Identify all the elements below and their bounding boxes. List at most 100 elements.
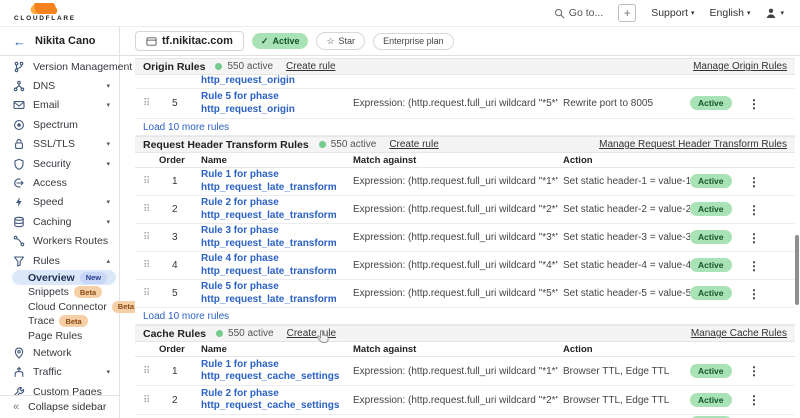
create-rule-link[interactable]: Create rule [389,139,438,150]
plus-icon: + [624,7,631,19]
star-button[interactable]: ☆ Star [316,32,365,50]
zone-name-box[interactable]: tf.nikitac.com [135,31,244,51]
manage-cache-rules-link[interactable]: Manage Cache Rules [691,328,787,339]
status-badge: Active [690,230,732,244]
zone-status-badge: ✓ Active [252,33,309,49]
sidebar-item-email[interactable]: Email ▾ [0,96,119,115]
load-more-rules-link[interactable]: Load 10 more rules [135,308,795,325]
table-row: ⠿ 3 Rule 3 for phasehttp_request_late_tr… [135,224,795,252]
sidebar-item-traffic[interactable]: Traffic ▾ [0,363,119,382]
sidebar-item-security[interactable]: Security ▾ [0,154,119,173]
sidebar-item-speed[interactable]: Speed ▾ [0,193,119,212]
green-dot-icon [319,141,326,148]
load-more-rules-link[interactable]: Load 10 more rules [135,119,795,136]
rule-name-link[interactable]: Rule 3 for phasehttp_request_late_transf… [201,225,353,250]
rule-name-link[interactable]: Rule 2 for phasehttp_request_late_transf… [201,197,353,222]
drag-handle-icon[interactable]: ⠿ [143,260,157,271]
rule-action: Set static header-4 = value-4 [558,260,690,271]
chevron-down-icon: ▾ [106,101,110,109]
drag-handle-icon[interactable]: ⠿ [143,232,157,243]
sidebar-item-label: Rules [33,255,98,267]
rule-name-link[interactable]: Rule 1 for phasehttp_request_late_transf… [201,169,353,194]
database-icon [12,216,25,228]
user-menu[interactable]: ▾ [765,7,784,19]
kebab-menu-icon[interactable]: ⋮ [742,203,766,217]
sidebar-item-network[interactable]: Network [0,343,119,362]
kebab-menu-icon[interactable]: ⋮ [742,259,766,273]
create-rule-link[interactable]: Create rule [286,61,335,72]
drag-handle-icon[interactable]: ⠿ [143,288,157,299]
green-dot-icon [216,330,223,337]
active-count: 550 active [228,328,274,339]
table-row: ⠿ 5 Rule 5 for phasehttp_request_origin … [135,89,795,119]
plan-label: Enterprise plan [383,36,444,46]
chevron-down-icon: ▾ [780,9,784,17]
sidebar-item-label: SSL/TLS [33,138,98,150]
chevron-down-icon: ▾ [106,82,110,90]
sidebar-item-version-management[interactable]: Version Management [0,57,119,76]
rule-match: Expression: (http.request.full_uri wildc… [353,232,558,243]
drag-handle-icon[interactable]: ⠿ [143,176,157,187]
table-row-partial: http_request_origin [135,75,795,89]
rule-name-link[interactable]: Rule 5 for phasehttp_request_origin [201,91,353,116]
goto-search[interactable]: Go to... [554,7,603,19]
manage-origin-rules-link[interactable]: Manage Origin Rules [693,61,787,72]
rule-order: 5 [157,288,201,299]
sidebar-item-access[interactable]: Access [0,173,119,192]
language-menu[interactable]: English ▾ [710,7,751,19]
sidebar-item-trace[interactable]: Trace Beta [0,314,119,329]
sidebar-subitem-label: Page Rules [28,330,82,342]
sidebar-item-label: Caching [33,216,98,228]
rule-name-link[interactable]: Rule 1 for phasehttp_request_cache_setti… [201,359,353,384]
cloudflare-logo[interactable]: CLOUDFLARE [14,3,76,23]
kebab-menu-icon[interactable]: ⋮ [742,364,766,378]
sidebar-item-cloud-connector[interactable]: Cloud Connector Beta [0,299,119,314]
sidebar-subitem-label: Snippets [28,286,69,298]
sidebar-item-workers-routes[interactable]: Workers Routes [0,232,119,251]
origin-rules-section-header: Origin Rules 550 active Create rule Mana… [135,58,795,75]
drag-handle-icon[interactable]: ⠿ [143,204,157,215]
rule-name-link[interactable]: Rule 2 for phasehttp_request_cache_setti… [201,388,353,413]
support-label: Support [651,7,688,19]
sidebar-item-overview[interactable]: Overview New [12,270,116,285]
drag-handle-icon[interactable]: ⠿ [143,366,157,377]
sidebar-item-ssl-tls[interactable]: SSL/TLS ▾ [0,135,119,154]
vertical-scrollbar-thumb[interactable] [795,235,799,305]
sidebar-item-spectrum[interactable]: Spectrum [0,115,119,134]
column-action: Action [558,155,690,166]
collapse-sidebar-button[interactable]: « Collapse sidebar [0,395,119,418]
add-site-button[interactable]: + [618,4,636,22]
drag-handle-icon[interactable]: ⠿ [143,98,157,109]
column-order: Order [157,155,201,166]
rule-action: Rewrite port to 8005 [558,98,690,109]
rule-name-link[interactable]: Rule 5 for phasehttp_request_late_transf… [201,281,353,306]
sidebar-item-snippets[interactable]: Snippets Beta [0,285,119,300]
column-order: Order [157,344,201,355]
drag-handle-icon[interactable]: ⠿ [143,395,157,406]
sidebar-item-dns[interactable]: DNS ▾ [0,76,119,95]
sidebar-item-page-rules[interactable]: Page Rules [0,329,119,344]
sidebar-item-label: Access [33,177,110,189]
kebab-menu-icon[interactable]: ⋮ [742,97,766,111]
table-row: ⠿ 4 Rule 4 for phasehttp_request_late_tr… [135,252,795,280]
back-arrow-icon[interactable]: ← [13,34,26,49]
traffic-split-icon [12,366,25,378]
sidebar-item-rules[interactable]: Rules ▴ [0,251,119,270]
rule-name-link[interactable]: Rule 4 for phasehttp_request_late_transf… [201,253,353,278]
lightning-icon [12,196,25,208]
green-dot-icon [215,63,222,70]
beta-badge: Beta [59,315,87,327]
kebab-menu-icon[interactable]: ⋮ [742,287,766,301]
kebab-menu-icon[interactable]: ⋮ [742,231,766,245]
rule-match: Expression: (http.request.full_uri wildc… [353,176,558,187]
kebab-menu-icon[interactable]: ⋮ [742,393,766,407]
rule-match: Expression: (http.request.full_uri wildc… [353,395,558,406]
main-content: Origin Rules 550 active Create rule Mana… [120,56,800,418]
manage-transform-rules-link[interactable]: Manage Request Header Transform Rules [599,139,787,150]
rule-match: Expression: (http.request.full_uri wildc… [353,366,558,377]
support-menu[interactable]: Support ▾ [651,7,694,19]
search-icon [554,8,565,19]
rule-name-link[interactable]: http_request_origin [201,75,353,88]
kebab-menu-icon[interactable]: ⋮ [742,175,766,189]
sidebar-item-caching[interactable]: Caching ▾ [0,212,119,231]
